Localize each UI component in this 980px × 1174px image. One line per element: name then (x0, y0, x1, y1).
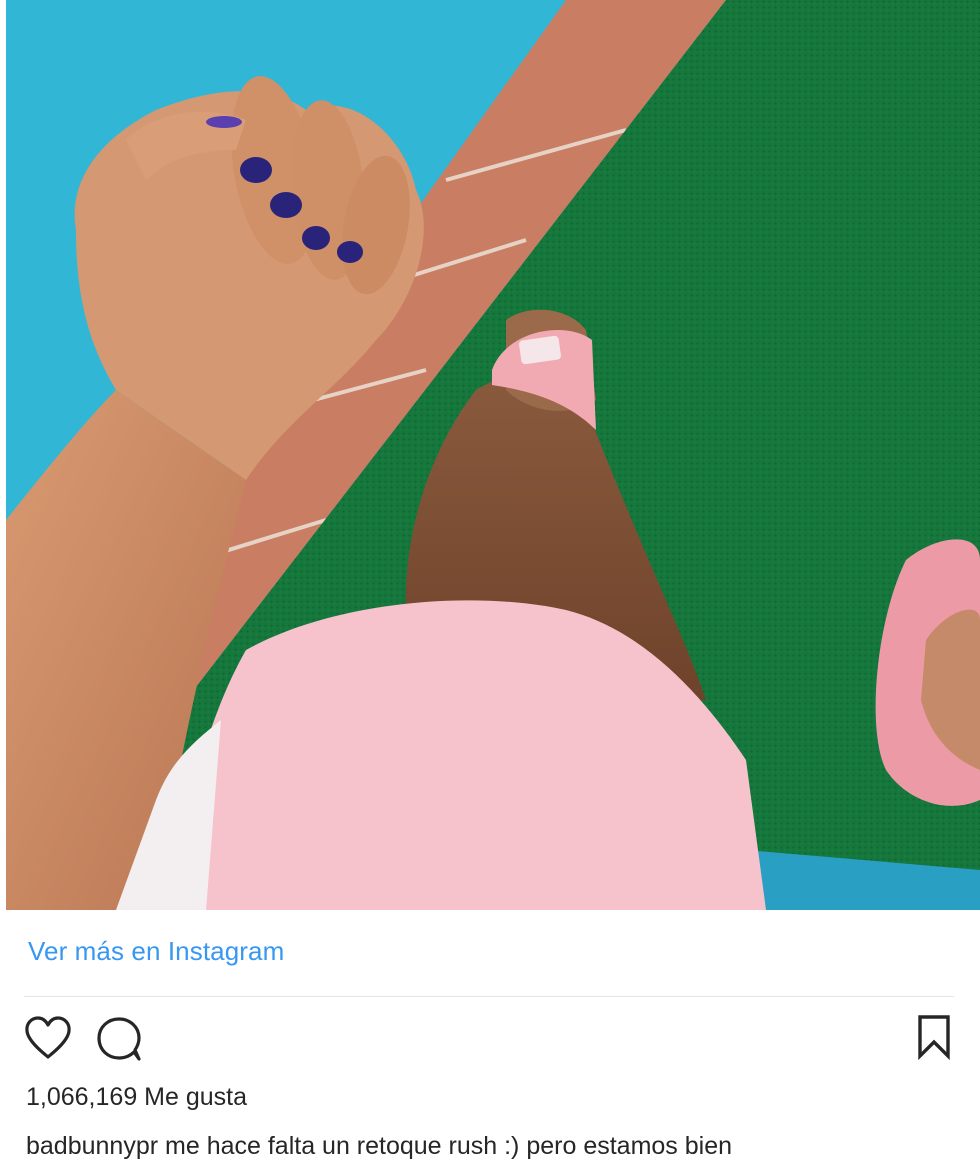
comment-bubble-icon (97, 1017, 141, 1061)
likes-count: 1,066,169 Me gusta (26, 1083, 247, 1112)
view-more-on-instagram-link[interactable]: Ver más en Instagram (28, 936, 284, 967)
instagram-embed-post: Ver más en Instagram 1,066,169 Me gusta … (0, 0, 980, 1174)
save-button[interactable] (914, 1014, 954, 1060)
heart-icon (25, 1016, 71, 1059)
bookmark-icon (918, 1015, 950, 1060)
post-photo[interactable] (6, 0, 980, 910)
post-photo-illustration (6, 0, 980, 910)
likes-label: Me gusta (144, 1083, 248, 1111)
post-caption: badbunnypr me hace falta un retoque rush… (26, 1132, 732, 1161)
likes-number: 1,066,169 (26, 1083, 138, 1111)
divider (24, 996, 954, 997)
comment-button[interactable] (96, 1016, 144, 1062)
like-button[interactable] (24, 1016, 72, 1060)
caption-text: me hace falta un retoque rush :) pero es… (165, 1132, 733, 1160)
caption-username[interactable]: badbunnypr (26, 1132, 158, 1160)
